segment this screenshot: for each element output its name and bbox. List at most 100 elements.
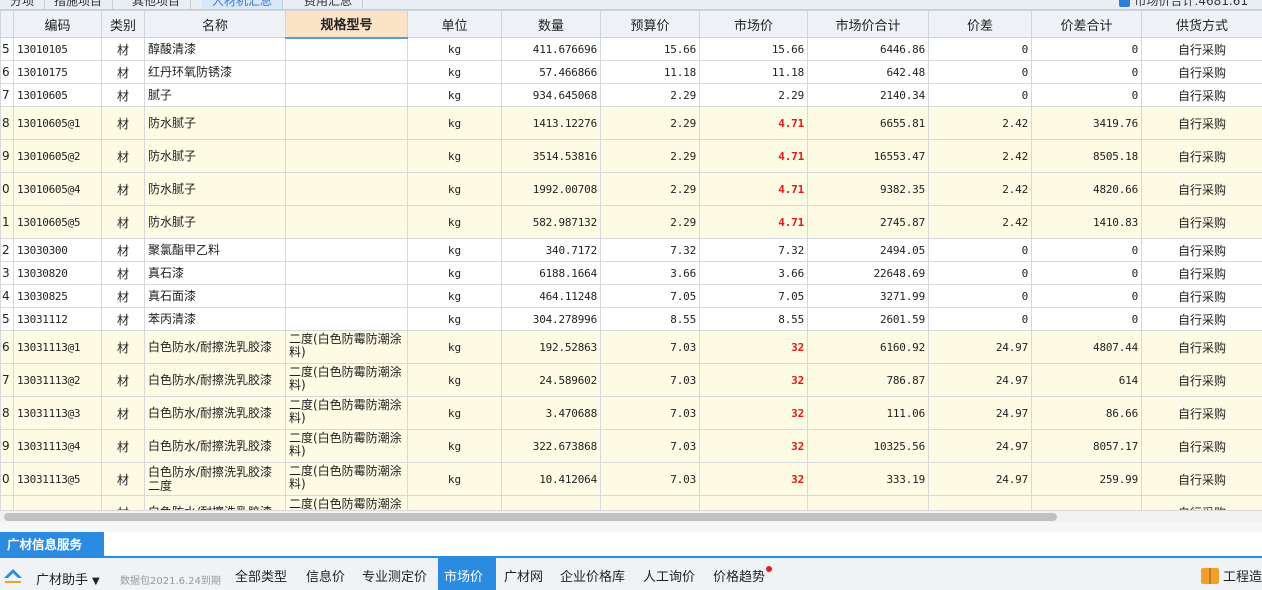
quantity-cell[interactable]: 24.589602	[501, 363, 601, 397]
market-price-cell[interactable]: 11.18	[699, 60, 808, 84]
name-cell[interactable]: 腻子	[144, 83, 286, 107]
unit-cell[interactable]: kg	[407, 396, 502, 430]
quantity-cell[interactable]: 934.645068	[501, 83, 601, 107]
assistant-dropdown[interactable]: 广材助手 ▼	[36, 569, 100, 588]
market-price-cell[interactable]: 4.71	[699, 205, 808, 239]
quantity-cell[interactable]: 582.987132	[501, 205, 601, 239]
market-price-cell[interactable]	[699, 495, 808, 510]
category-cell[interactable]: 材	[101, 307, 145, 331]
code-cell[interactable]: 13030300	[13, 238, 102, 262]
supply-method-cell[interactable]: 自行采购	[1141, 83, 1262, 107]
tab-info-price[interactable]: 信息价	[300, 558, 351, 590]
table-row[interactable]: 8 13031113@3 材白色防水/耐擦洗乳胶漆 二度(白色防霉防潮涂料) kg 3.4…	[0, 396, 1262, 430]
diff-total-cell[interactable]: 0	[1031, 238, 1142, 262]
price-diff-cell[interactable]: 2.42	[928, 139, 1032, 173]
market-total-cell[interactable]: 2494.05	[807, 238, 929, 262]
tab-manual-inquiry[interactable]: 人工询价	[637, 558, 701, 590]
code-cell[interactable]: 13031113@5	[13, 462, 102, 496]
spec-cell[interactable]: 二度(白色防霉防潮涂料)	[285, 462, 408, 496]
column-header-quantity[interactable]: 数量	[501, 10, 601, 38]
market-total-cell[interactable]: 786.87	[807, 363, 929, 397]
supply-method-cell[interactable]: 自行采购	[1141, 495, 1262, 510]
spec-cell[interactable]	[285, 60, 408, 84]
tab-guangcai-net[interactable]: 广材网	[498, 558, 549, 590]
quantity-cell[interactable]: 3514.53816	[501, 139, 601, 173]
code-cell[interactable]: 13010605@2	[13, 139, 102, 173]
budget-price-cell[interactable]: 2.29	[600, 83, 700, 107]
unit-cell[interactable]: kg	[407, 172, 502, 206]
price-diff-cell[interactable]: 0	[928, 238, 1032, 262]
category-cell[interactable]: 材	[101, 37, 145, 61]
category-cell[interactable]: 材	[101, 238, 145, 262]
quantity-cell[interactable]: 340.7172	[501, 238, 601, 262]
market-total-cell[interactable]: 16553.47	[807, 139, 929, 173]
market-total-cell[interactable]: 10325.56	[807, 429, 929, 463]
supply-method-cell[interactable]: 自行采购	[1141, 238, 1262, 262]
category-cell[interactable]: 材	[101, 83, 145, 107]
market-total-cell[interactable]: 2601.59	[807, 307, 929, 331]
unit-cell[interactable]: kg	[407, 261, 502, 285]
tab-measures[interactable]: 措施项目	[44, 0, 114, 9]
market-price-cell[interactable]: 32	[699, 429, 808, 463]
diff-total-cell[interactable]: 0	[1031, 307, 1142, 331]
budget-price-cell[interactable]: 7.03	[600, 396, 700, 430]
unit-cell[interactable]	[407, 495, 502, 510]
table-row[interactable]: 0 13010605@4 材防水腻子 kg 1992.00708 2.29 4.71 9382…	[0, 172, 1262, 206]
spec-cell[interactable]	[285, 284, 408, 308]
tab-all-types[interactable]: 全部类型	[229, 558, 293, 590]
price-diff-cell[interactable]: 0	[928, 307, 1032, 331]
code-cell[interactable]: 13030820	[13, 261, 102, 285]
category-cell[interactable]: 材	[101, 462, 145, 496]
tab-fenxiang[interactable]: 分项	[0, 0, 46, 9]
quantity-cell[interactable]: 3.470688	[501, 396, 601, 430]
budget-price-cell[interactable]: 7.03	[600, 429, 700, 463]
name-cell[interactable]: 白色防水/耐擦洗乳胶漆二度	[144, 462, 286, 496]
tab-other-items[interactable]: 其他项目	[122, 0, 192, 9]
diff-total-cell[interactable]: 1410.83	[1031, 205, 1142, 239]
name-cell[interactable]: 白色防水/耐擦洗乳胶漆	[144, 495, 286, 510]
price-diff-cell[interactable]: 0	[928, 60, 1032, 84]
unit-cell[interactable]: kg	[407, 37, 502, 61]
budget-price-cell[interactable]: 7.03	[600, 363, 700, 397]
market-total-cell[interactable]: 2140.34	[807, 83, 929, 107]
diff-total-cell[interactable]: 0	[1031, 37, 1142, 61]
unit-cell[interactable]: kg	[407, 330, 502, 364]
spec-cell[interactable]	[285, 106, 408, 140]
price-diff-cell[interactable]	[928, 495, 1032, 510]
tab-labor-material-summary[interactable]: 人材机汇总	[202, 0, 284, 9]
supply-method-cell[interactable]: 自行采购	[1141, 106, 1262, 140]
market-total-cell[interactable]: 6446.86	[807, 37, 929, 61]
spec-cell[interactable]	[285, 238, 408, 262]
column-header-market-total[interactable]: 市场价合计	[807, 10, 929, 38]
spec-cell[interactable]: 二度(白色防霉防潮涂料)	[285, 330, 408, 364]
market-price-cell[interactable]: 4.71	[699, 106, 808, 140]
diff-total-cell[interactable]: 86.66	[1031, 396, 1142, 430]
budget-price-cell[interactable]: 2.29	[600, 139, 700, 173]
budget-price-cell[interactable]: 2.29	[600, 172, 700, 206]
supply-method-cell[interactable]: 自行采购	[1141, 139, 1262, 173]
quantity-cell[interactable]: 304.278996	[501, 307, 601, 331]
market-total-cell[interactable]: 642.48	[807, 60, 929, 84]
code-cell[interactable]: 13030825	[13, 284, 102, 308]
column-header-diff-total[interactable]: 价差合计	[1031, 10, 1142, 38]
market-price-cell[interactable]: 15.66	[699, 37, 808, 61]
code-cell[interactable]: 13031112	[13, 307, 102, 331]
quantity-cell[interactable]: 1413.12276	[501, 106, 601, 140]
name-cell[interactable]: 白色防水/耐擦洗乳胶漆	[144, 330, 286, 364]
tab-market-price[interactable]: 市场价	[438, 558, 496, 590]
unit-cell[interactable]: kg	[407, 363, 502, 397]
table-row[interactable]: 6 13010175 材红丹环氧防锈漆 kg 57.466866 11.18 11.18 64…	[0, 60, 1262, 84]
unit-cell[interactable]: kg	[407, 307, 502, 331]
supply-method-cell[interactable]: 自行采购	[1141, 462, 1262, 496]
table-row[interactable]: 0 13031113@5 材白色防水/耐擦洗乳胶漆二度 二度(白色防霉防潮涂料) kg 1…	[0, 462, 1262, 496]
table-row[interactable]: 4 13030825 材真石面漆 kg 464.11248 7.05 7.05 3271.99…	[0, 284, 1262, 308]
market-total-cell[interactable]: 333.19	[807, 462, 929, 496]
budget-price-cell[interactable]: 11.18	[600, 60, 700, 84]
unit-cell[interactable]: kg	[407, 139, 502, 173]
quantity-cell[interactable]: 464.11248	[501, 284, 601, 308]
spec-cell[interactable]	[285, 205, 408, 239]
spec-cell[interactable]: 二度(白色防霉防潮涂料)	[285, 396, 408, 430]
price-diff-cell[interactable]: 24.97	[928, 363, 1032, 397]
category-cell[interactable]: 材	[101, 172, 145, 206]
price-diff-cell[interactable]: 24.97	[928, 396, 1032, 430]
